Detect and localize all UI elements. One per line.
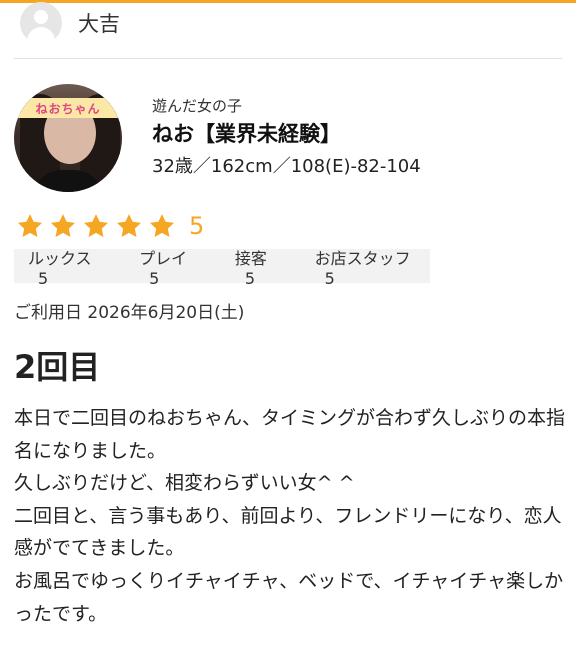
review-paragraph: 久しぶりだけど、相変わらずいい女^ ^ [14, 472, 355, 495]
star-icon [82, 212, 110, 240]
divider [14, 58, 562, 59]
reviewer-name: 大吉 [78, 12, 120, 36]
rating-score: 5 [189, 212, 205, 240]
sub-ratings: ルックス5 プレイ5 接客5 お店スタッフ5 [14, 249, 430, 288]
sub-rating-service: 接客5 [234, 248, 267, 288]
star-icon [16, 212, 44, 240]
star-icon [148, 212, 176, 240]
girl-name[interactable]: ねお【業界未経験】 [152, 120, 421, 148]
user-avatar-icon [20, 2, 62, 44]
visit-date: ご利用日 2026年6月20日(土) [14, 303, 245, 323]
star-rating: 5 [16, 212, 204, 240]
sub-rating-looks: ルックス5 [28, 248, 92, 288]
review-paragraph: お風呂でゆっくりイチャイチャ、ベッドで、イチャイチャ楽しかったです。 [14, 569, 564, 625]
sub-rating-play: プレイ5 [139, 248, 188, 288]
review-body: 本日で二回目のねおちゃん、タイミングが合わず久しぶりの本指名になりました。 久し… [14, 402, 566, 630]
star-icon [115, 212, 143, 240]
girl-stats: 32歳／162cm／108(E)-82-104 [152, 156, 421, 177]
review-title: 2回目 [14, 348, 101, 386]
review-paragraph: 本日で二回目のねおちゃん、タイミングが合わず久しぶりの本指名になりました。 [14, 407, 566, 462]
reviewer-header: 大吉 [20, 2, 120, 44]
star-icon [49, 212, 77, 240]
girl-photo[interactable]: ねおちゃん [14, 84, 122, 192]
girl-label: 遊んだ女の子 [152, 97, 243, 115]
sub-rating-staff: お店スタッフ5 [314, 248, 411, 288]
review-paragraph: 二回目と、言う事もあり、前回より、フレンドリーになり、恋人感がでてきました。 [14, 504, 562, 560]
girl-info: 遊んだ女の子 ねお【業界未経験】 32歳／162cm／108(E)-82-104 [152, 96, 421, 180]
photo-banner: ねおちゃん [14, 98, 122, 118]
